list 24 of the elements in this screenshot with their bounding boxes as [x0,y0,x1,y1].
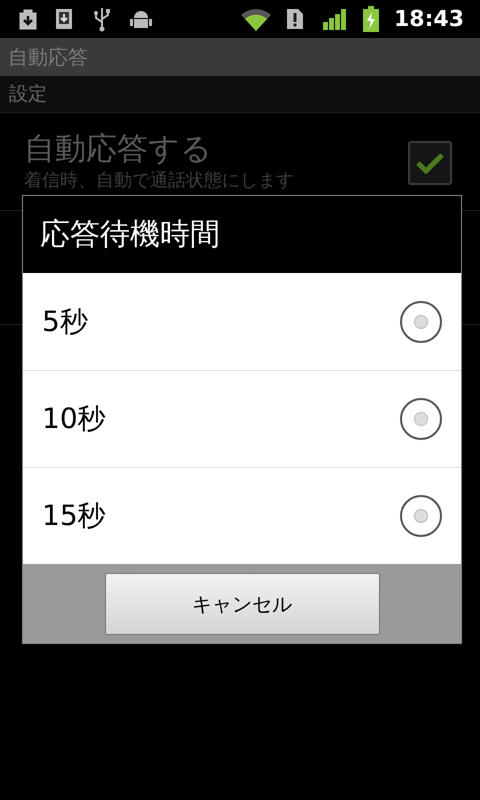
option-label: 10秒 [42,401,107,437]
signal-strength-icon [322,8,348,30]
category-title: 設定 [9,82,47,107]
preference-summary: 着信時、自動で通話状態にします [24,169,295,193]
download-icon [54,7,74,31]
radio-button[interactable] [400,300,442,342]
radio-button[interactable] [400,495,442,537]
wifi-icon [240,7,272,31]
option-row[interactable]: 5秒 [23,273,461,370]
preference-title: 自動応答する [24,130,213,169]
checkbox[interactable] [408,141,452,185]
option-label: 15秒 [42,498,107,534]
app-title: 自動応答 [8,44,88,71]
option-label: 5秒 [42,304,89,340]
radio-button[interactable] [400,398,442,440]
android-robot-icon [130,8,152,30]
cancel-button[interactable]: キャンセル [104,572,380,634]
dialog-title: 応答待機時間 [40,216,220,254]
clock-time: 18:43 [394,6,464,34]
checkmark-icon [416,152,444,174]
usb-icon [92,6,112,32]
battery-charging-icon [362,6,380,32]
option-row[interactable]: 10秒 [23,370,461,467]
sim-card-alert-icon [286,8,304,30]
